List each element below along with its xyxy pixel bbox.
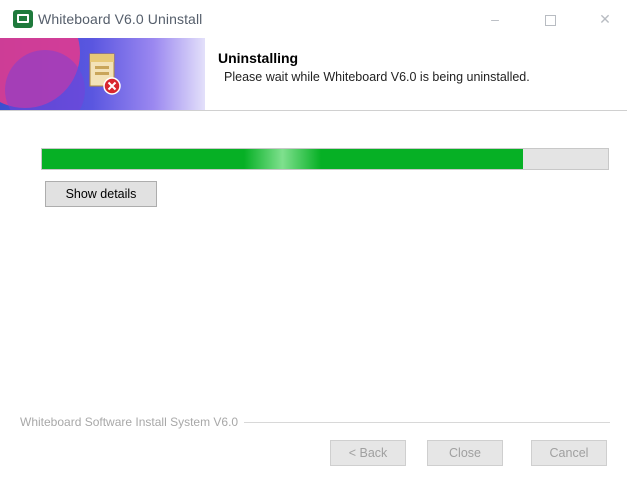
close-button[interactable]: Close	[427, 440, 503, 466]
installer-brand-text: Whiteboard Software Install System V6.0	[20, 415, 245, 429]
whiteboard-app-icon	[13, 10, 33, 28]
maximize-button[interactable]	[535, 8, 565, 30]
title-bar[interactable]: Whiteboard V6.0 Uninstall – ✕	[0, 0, 627, 38]
back-button[interactable]: < Back	[330, 440, 406, 466]
minimize-button[interactable]: –	[480, 8, 510, 30]
progress-fill	[42, 149, 524, 169]
header-title: Uninstalling	[218, 50, 299, 66]
uninstall-window: Whiteboard V6.0 Uninstall – ✕ Uninstalli…	[0, 0, 627, 481]
uninstall-package-icon	[89, 53, 121, 95]
maximize-icon	[544, 14, 556, 26]
show-details-button[interactable]: Show details	[45, 181, 157, 207]
header-banner: Uninstalling Please wait while Whiteboar…	[0, 38, 627, 111]
close-window-button[interactable]: ✕	[590, 8, 620, 30]
progress-bar	[41, 148, 609, 170]
cancel-button[interactable]: Cancel	[531, 440, 607, 466]
window-title: Whiteboard V6.0 Uninstall	[38, 11, 203, 27]
header-subtitle: Please wait while Whiteboard V6.0 is bei…	[224, 70, 530, 84]
